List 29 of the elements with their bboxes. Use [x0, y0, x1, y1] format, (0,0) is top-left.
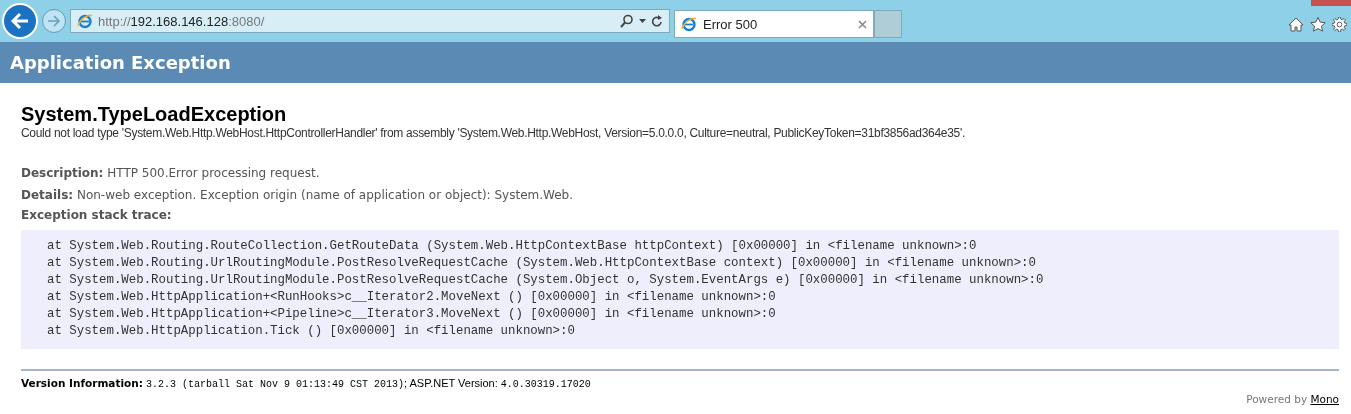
page-header-title: Application Exception [10, 52, 231, 73]
url-text: http://192.168.146.128:8080/ [98, 13, 266, 29]
settings-icon[interactable] [1332, 16, 1347, 32]
exception-type: System.TypeLoadException [21, 103, 288, 126]
home-icon[interactable] [1288, 16, 1304, 32]
stack-trace-block: at System.Web.Routing.RouteCollection.GetRouteData (System.Web.HttpContextBase httpContext) [0x00000] in <filename unknown>:0 at System.Web.Routing.UrlRoutingModule.PostResolveRequestCache (System.Web.HttpContextBase context) [0x00000] in <filename unknown>:0 at System.Web.Routing.UrlRoutingModule.PostResolveRequestCache (System.Object o, System.EventArgs e) [0x00000] in <filename unknown>:0 at System.Web.HttpApplication+<RunHooks>c__Iterator2.MoveNext () [0x00000] in <filename unknown>:0 at System.Web.HttpApplication+<Pipeline>c__Iterator3.MoveNext () [0x00000] in <filename unknown>:0 at System.Web.HttpApplication.Tick () [0x00000] in <filename unknown>:0 [21, 230, 1339, 349]
star-icon[interactable] [1310, 16, 1326, 32]
back-button[interactable] [2, 3, 38, 39]
dropdown-icon[interactable] [639, 19, 646, 23]
version-label: Version Information: [21, 377, 143, 389]
mono-link[interactable]: Mono [1310, 393, 1339, 405]
forward-arrow-icon [47, 15, 61, 27]
back-arrow-icon [10, 12, 30, 30]
detail-line: Description: HTTP 500.Error processing request. [21, 166, 321, 180]
search-icon[interactable] [620, 14, 634, 28]
stack-trace-label: Exception stack trace: [21, 208, 173, 222]
refresh-icon[interactable] [651, 14, 663, 28]
detail-line: Details: Non-web exception. Exception origin (name of application or object): System.Web. [21, 188, 574, 202]
mono-version: 3.2.3 (tarball Sat Nov 9 01:13:49 CST 2013) [146, 379, 405, 390]
address-field[interactable]: http://192.168.146.128:8080/ [70, 9, 670, 33]
powered-by-text: Powered by [1246, 393, 1308, 405]
close-icon[interactable] [858, 19, 867, 29]
aspnet-version-label: ; ASP.NET Version: [404, 377, 498, 389]
aspnet-version: 4.0.30319.17020 [500, 379, 591, 390]
browser-tab[interactable]: Error 500 [674, 10, 874, 38]
browser-icon [77, 13, 93, 29]
exception-message: Could not load type 'System.Web.Http.WebHost.HttpControllerHandler' from assembly 'System.Web.Http.WebHost, Version=5.0.0.0, Culture=neutral, PublicKeyToken=31bf3856ad364e35'. [21, 126, 966, 140]
tab-title: Error 500 [703, 16, 759, 32]
browser-icon [681, 16, 697, 32]
